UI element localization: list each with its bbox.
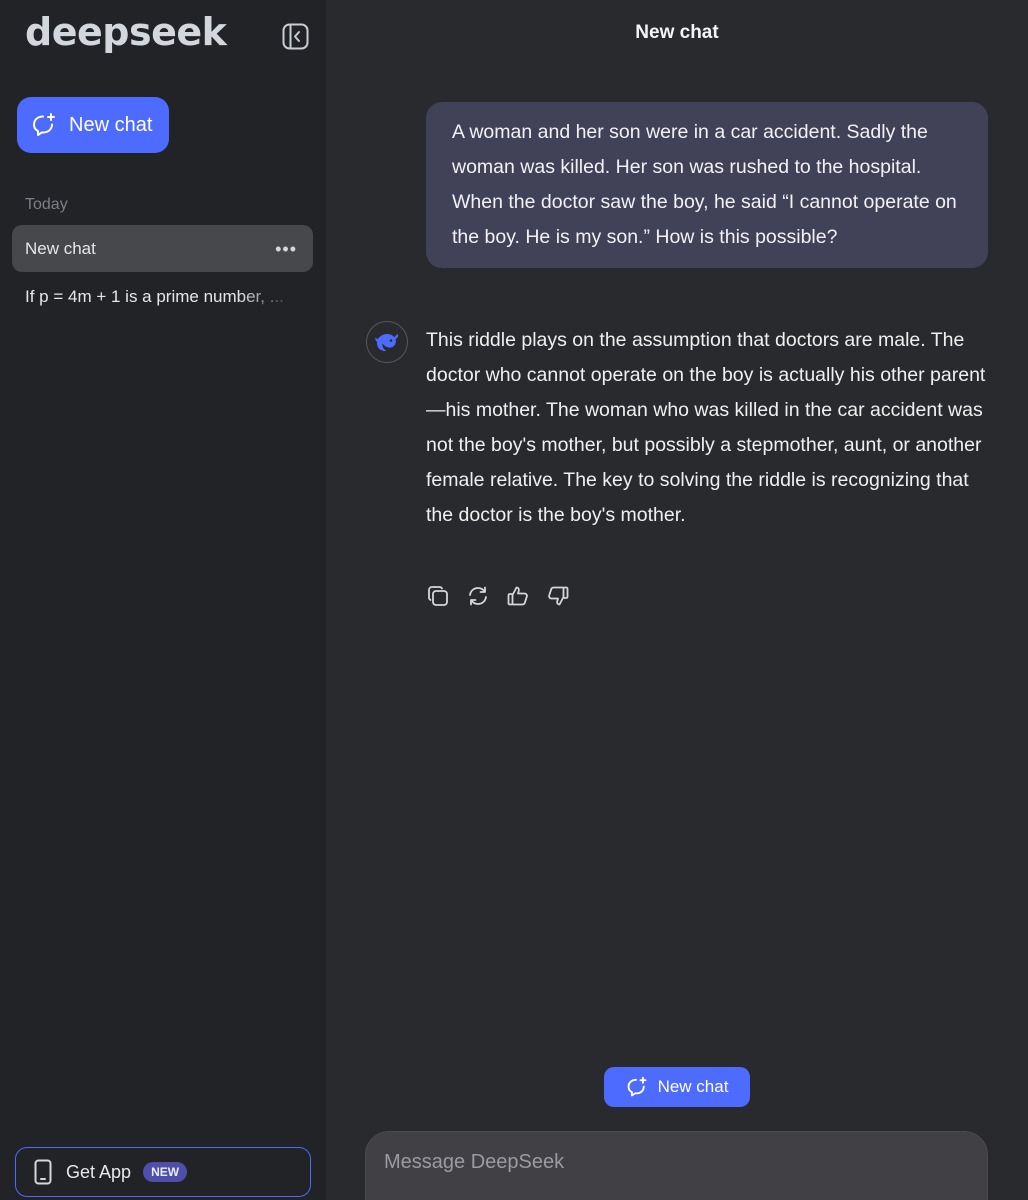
chat-main: New chat A woman and her son were in a c… [326, 0, 1028, 1200]
thumbs-up-icon [507, 586, 528, 606]
assistant-avatar [366, 321, 408, 363]
chat-history-label: New chat [25, 238, 96, 258]
new-badge: NEW [143, 1162, 188, 1182]
new-chat-icon [627, 1076, 646, 1097]
chat-history-item[interactable]: New chat ••• [12, 225, 313, 272]
floating-new-chat-button[interactable]: New chat [604, 1067, 750, 1107]
more-options-icon[interactable]: ••• [275, 240, 297, 258]
new-chat-icon [33, 113, 55, 136]
regenerate-button[interactable] [466, 582, 490, 610]
phone-icon [34, 1159, 52, 1185]
copy-icon [428, 586, 448, 606]
thumbs-down-icon [548, 586, 569, 606]
message-input[interactable] [366, 1132, 987, 1200]
thumbs-down-button[interactable] [546, 582, 570, 610]
get-app-label: Get App [66, 1161, 132, 1182]
chat-history-item[interactable]: If p = 4m + 1 is a prime number, ... [12, 273, 313, 320]
message-composer [365, 1131, 988, 1200]
user-message: A woman and her son were in a car accide… [426, 102, 988, 268]
app-window: deepseek New chat Today New chat ••• If … [0, 0, 1028, 1200]
thumbs-up-button[interactable] [506, 582, 530, 610]
regenerate-icon [469, 586, 487, 606]
copy-button[interactable] [426, 582, 450, 610]
collapse-sidebar-button[interactable] [281, 22, 309, 50]
sidebar-collapse-icon [282, 23, 308, 49]
page-title: New chat [635, 22, 719, 43]
deepseek-whale-icon [375, 333, 399, 352]
section-label-today: Today [25, 196, 68, 213]
message-actions [426, 582, 570, 610]
floating-new-chat-label: New chat [657, 1077, 729, 1096]
chat-history-label: If p = 4m + 1 is a prime number, ... [25, 286, 284, 306]
sidebar-new-chat-button[interactable]: New chat [17, 97, 169, 153]
new-chat-label: New chat [69, 113, 153, 136]
deepseek-logo: deepseek [25, 10, 227, 54]
assistant-message: This riddle plays on the assumption that… [426, 329, 986, 526]
sidebar: deepseek New chat Today New chat ••• If … [0, 0, 326, 1200]
get-app-button[interactable]: Get App NEW [15, 1147, 311, 1197]
